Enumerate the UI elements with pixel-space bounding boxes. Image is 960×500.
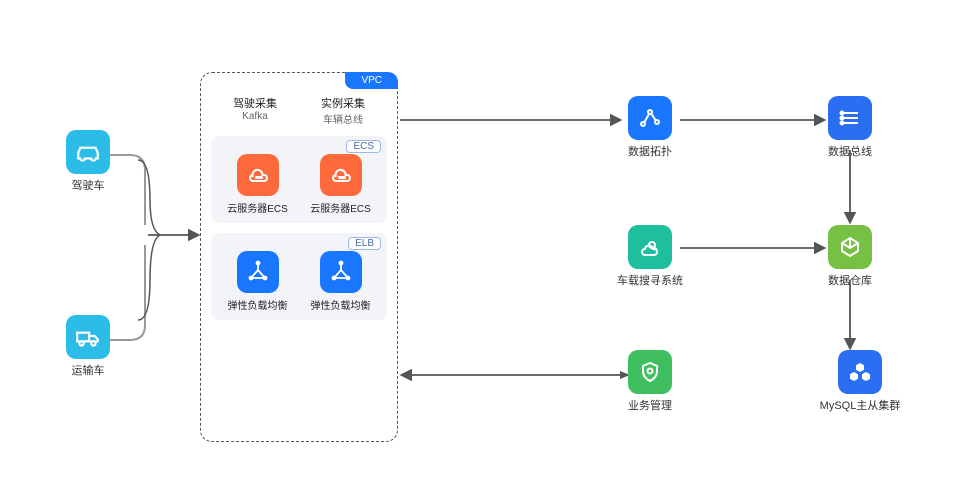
elb-item-1: 弹性负载均衡: [306, 251, 376, 312]
elb-label-1: 弹性负载均衡: [311, 297, 371, 312]
topo-icon: [628, 96, 672, 140]
container-header: 驾驶采集 Kafka 实例采集 车辆总线: [211, 95, 387, 126]
warehouse-icon: [828, 225, 872, 269]
load-balancer-icon: [237, 251, 279, 293]
car-label: 驾驶车: [72, 180, 105, 193]
node-truck: 运输车: [48, 315, 128, 378]
car-icon: [66, 130, 110, 174]
warehouse-label: 数据仓库: [828, 275, 872, 288]
ecs-item-0: 云服务器ECS: [223, 154, 293, 215]
vpc-tab: VPC: [345, 72, 398, 89]
ecs-box: ECS 云服务器ECS 云服务器ECS: [211, 136, 387, 223]
ecs-tag: ECS: [346, 140, 381, 153]
truck-label: 运输车: [72, 365, 105, 378]
bus-label: 数据总线: [828, 146, 872, 159]
search-label: 车载搜寻系统: [617, 275, 683, 288]
shield-gear-icon: [628, 350, 672, 394]
node-mysql: MySQL主从集群: [810, 350, 910, 413]
ecs-label-1: 云服务器ECS: [310, 200, 371, 215]
elb-tag: ELB: [348, 237, 381, 250]
node-mgmt: 业务管理: [610, 350, 690, 413]
ecs-item-1: 云服务器ECS: [306, 154, 376, 215]
elb-box: ELB 弹性负载均衡 弹性负载均衡: [211, 233, 387, 320]
vpc-container: VPC 驾驶采集 Kafka 实例采集 车辆总线 ECS 云服务器ECS 云服务…: [200, 72, 398, 442]
hdr-left-sub: Kafka: [211, 111, 299, 122]
node-topo: 数据拓扑: [610, 96, 690, 159]
node-bus: 数据总线: [810, 96, 890, 159]
mysql-label: MySQL主从集群: [820, 400, 901, 413]
mgmt-label: 业务管理: [628, 400, 672, 413]
node-warehouse: 数据仓库: [810, 225, 890, 288]
cloud-server-icon: [320, 154, 362, 196]
node-car: 驾驶车: [48, 130, 128, 193]
hdr-right-title: 实例采集: [299, 95, 387, 111]
truck-icon: [66, 315, 110, 359]
elb-label-0: 弹性负载均衡: [228, 297, 288, 312]
hdr-left-title: 驾驶采集: [211, 95, 299, 111]
node-search: 车载搜寻系统: [610, 225, 690, 288]
cluster-icon: [838, 350, 882, 394]
topo-label: 数据拓扑: [628, 146, 672, 159]
ecs-label-0: 云服务器ECS: [227, 200, 288, 215]
hdr-right-sub: 车辆总线: [299, 111, 387, 126]
elb-item-0: 弹性负载均衡: [223, 251, 293, 312]
load-balancer-icon: [320, 251, 362, 293]
bus-icon: [828, 96, 872, 140]
cloud-search-icon: [628, 225, 672, 269]
cloud-server-icon: [237, 154, 279, 196]
